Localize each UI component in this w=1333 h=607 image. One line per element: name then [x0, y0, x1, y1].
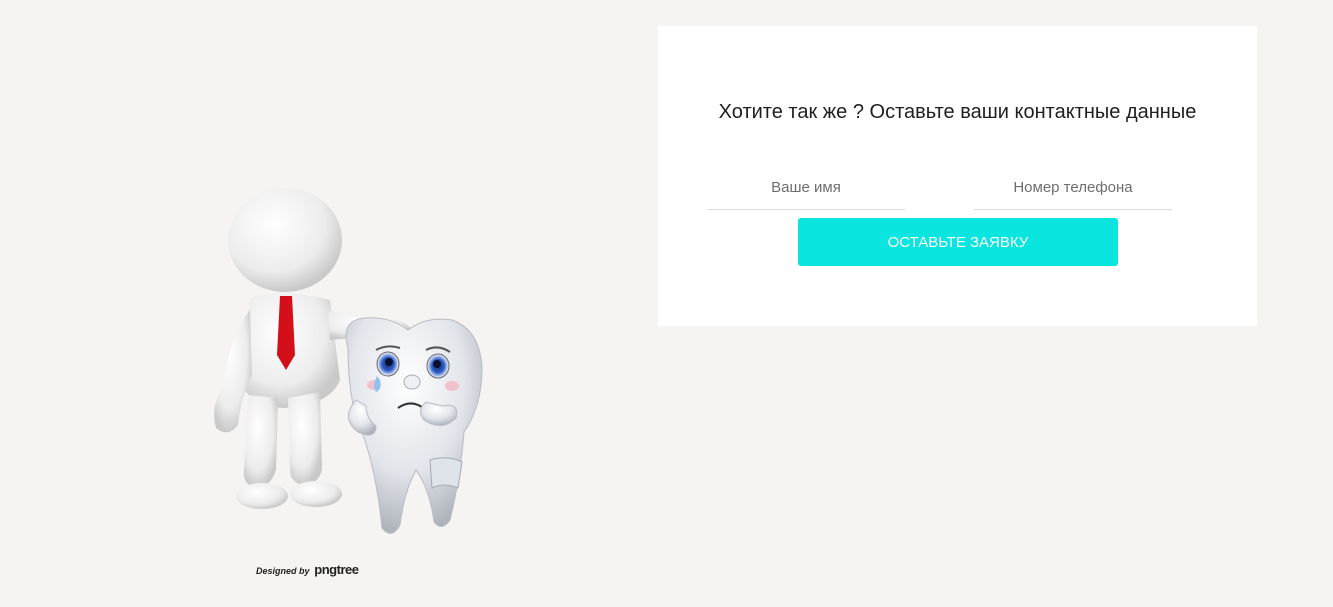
man-head: [228, 188, 342, 292]
man-and-tooth-illustration: [180, 170, 520, 590]
form-title: Хотите так же ? Оставьте ваши контактные…: [718, 101, 1197, 123]
name-input[interactable]: [707, 165, 905, 210]
man-left-leg: [243, 395, 278, 488]
tooth-bandage: [429, 457, 463, 489]
submit-request-button[interactable]: ОСТАВЬТЕ ЗАЯВКУ: [798, 218, 1118, 266]
man-right-leg: [288, 392, 322, 486]
credit-prefix: Designed by: [256, 566, 310, 576]
man-left-arm: [214, 310, 252, 433]
man-tie: [277, 296, 295, 370]
contact-form-card: Хотите так же ? Оставьте ваши контактные…: [658, 26, 1257, 326]
phone-input[interactable]: [974, 165, 1172, 210]
credit-brand: pngtree: [314, 562, 359, 577]
man-right-foot: [290, 481, 342, 507]
pngtree-credit: Designed by pngtree: [256, 562, 359, 577]
man-left-foot: [236, 483, 288, 509]
